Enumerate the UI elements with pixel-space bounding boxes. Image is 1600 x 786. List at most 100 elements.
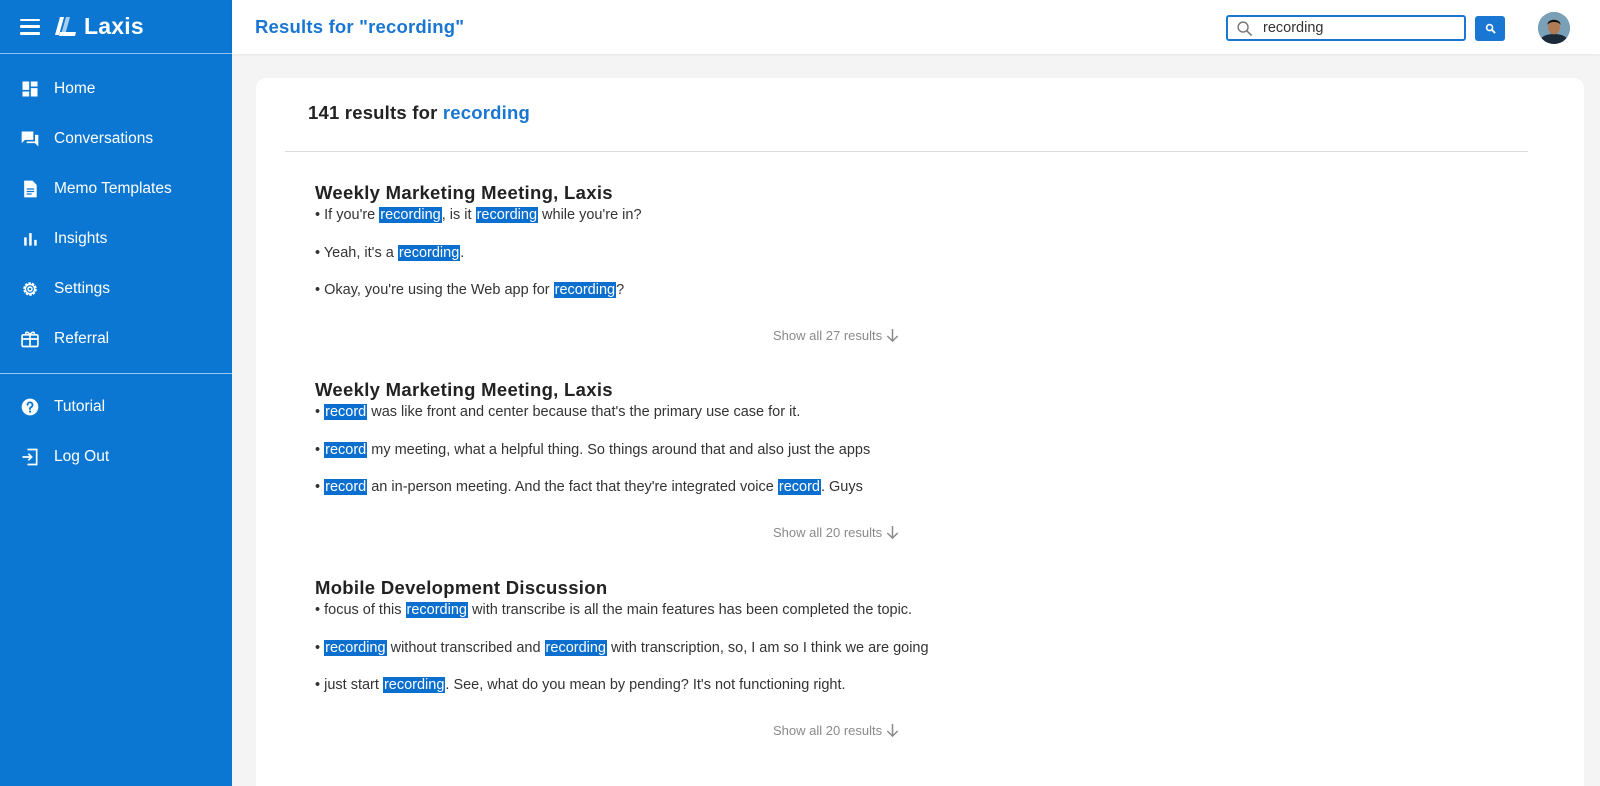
sidebar: Laxis Home Conversations Memo Templates … [0, 0, 232, 786]
sidebar-item-conversations[interactable]: Conversations [0, 114, 232, 164]
top-header: Results for "recording" [232, 0, 1600, 54]
help-icon [21, 398, 39, 416]
snippet-text: was like front and center because that's… [367, 404, 801, 420]
snippet-text: • [315, 441, 325, 458]
search-icon [1237, 20, 1253, 36]
sidebar-item-label: Log Out [54, 448, 110, 465]
avatar[interactable] [1538, 12, 1570, 44]
sidebar-item-label: Home [54, 80, 96, 97]
show-all-label: Show all 20 results [773, 525, 883, 540]
result-snippet[interactable]: • If you're recording, is it recording w… [315, 205, 1115, 243]
search-match-highlight: recording [324, 639, 387, 656]
search-match-highlight: recording [405, 602, 468, 618]
laxis-logo-icon [55, 16, 76, 36]
menu-icon[interactable] [20, 18, 40, 35]
search-match-highlight: recording [475, 207, 539, 223]
show-all-results-link[interactable]: Show all 20 results [773, 723, 900, 738]
results-count: 141 results for [308, 102, 438, 123]
snippet-text: while you're in? [538, 207, 642, 223]
result-snippet[interactable]: • recording without transcribed and reco… [315, 638, 1115, 676]
search-icon [1485, 23, 1496, 34]
page-title: Results for "recording" [255, 16, 465, 37]
sidebar-nav: Home Conversations Memo Templates Insigh… [0, 54, 232, 482]
search-input[interactable] [1263, 20, 1453, 36]
search-match-highlight: recording [544, 639, 607, 656]
result-group-title[interactable]: Weekly Marketing Meeting, Laxis [315, 378, 1115, 402]
snippet-text: . [460, 244, 465, 261]
sidebar-item-logout[interactable]: Log Out [0, 432, 232, 482]
search-button[interactable] [1475, 16, 1505, 41]
result-group-title[interactable]: Mobile Development Discussion [315, 576, 1115, 600]
sidebar-item-label: Referral [54, 330, 110, 347]
snippet-text: with transcribe is all the main features… [467, 602, 913, 618]
sidebar-item-label: Conversations [54, 130, 154, 147]
sidebar-item-settings[interactable]: Settings [0, 264, 232, 314]
logout-icon [22, 448, 38, 466]
snippet-list: • If you're recording, is it recording w… [315, 205, 1115, 318]
snippet-text: an in-person meeting. And the fact that … [367, 479, 778, 495]
snippet-text: ? [616, 282, 625, 298]
show-all-label: Show all 20 results [773, 723, 883, 738]
sidebar-divider [0, 373, 232, 374]
search-match-highlight: recording [397, 244, 461, 261]
search-match-highlight: record [324, 441, 368, 458]
snippet-text: • If you're [315, 207, 380, 223]
arrow-down-icon [886, 328, 899, 343]
snippet-text: • [315, 479, 325, 495]
show-all-results-link[interactable]: Show all 20 results [773, 525, 900, 540]
snippet-text: my meeting, what a helpful thing. So thi… [367, 441, 871, 458]
search-box[interactable] [1226, 15, 1466, 41]
result-snippet[interactable]: • record was like front and center becau… [315, 402, 1115, 440]
result-snippet[interactable]: • record my meeting, what a helpful thin… [315, 440, 1115, 478]
snippet-text: • [315, 639, 325, 656]
results-card: 141 results for recording Weekly Marketi… [256, 78, 1584, 786]
result-snippet[interactable]: • Okay, you're using the Web app for rec… [315, 280, 1115, 318]
arrow-down-icon [886, 723, 899, 738]
snippet-text: • [315, 404, 325, 420]
snippet-text: • focus of this [315, 602, 406, 618]
search-match-highlight: recording [382, 677, 446, 693]
result-group-title[interactable]: Weekly Marketing Meeting, Laxis [315, 181, 1115, 205]
gift-icon [21, 331, 39, 348]
sidebar-item-referral[interactable]: Referral [0, 314, 232, 364]
result-group: Weekly Marketing Meeting, Laxis • If you… [315, 181, 1115, 318]
sidebar-item-home[interactable]: Home [0, 64, 232, 114]
result-group: Mobile Development Discussion • focus of… [315, 576, 1115, 713]
document-icon [24, 180, 37, 198]
results-count-heading: 141 results for recording [308, 102, 530, 124]
snippet-list: • focus of this recording with transcrib… [315, 600, 1115, 713]
user-photo-icon [1538, 12, 1570, 44]
sidebar-item-memo-templates[interactable]: Memo Templates [0, 164, 232, 214]
snippet-text: without transcribed and [386, 639, 545, 656]
sidebar-item-insights[interactable]: Insights [0, 214, 232, 264]
result-snippet[interactable]: • record an in-person meeting. And the f… [315, 477, 1115, 515]
show-all-label: Show all 27 results [773, 328, 883, 343]
gear-icon [23, 282, 37, 296]
results-query: recording [442, 102, 530, 123]
snippet-list: • record was like front and center becau… [315, 402, 1115, 515]
arrow-down-icon [886, 525, 899, 540]
dashboard-icon [22, 81, 38, 97]
search-match-highlight: record [777, 479, 821, 495]
logo[interactable]: Laxis [54, 13, 144, 40]
search-match-highlight: record [324, 479, 368, 495]
sidebar-item-label: Tutorial [54, 398, 106, 415]
snippet-text: • Okay, you're using the Web app for [315, 282, 554, 298]
search-match-highlight: recording [553, 282, 617, 298]
result-snippet[interactable]: • just start recording. See, what do you… [315, 675, 1115, 713]
result-snippet[interactable]: • focus of this recording with transcrib… [315, 600, 1115, 638]
app-name: Laxis [84, 13, 144, 39]
result-group: Weekly Marketing Meeting, Laxis • record… [315, 378, 1115, 515]
sidebar-item-label: Settings [54, 280, 111, 297]
snippet-text: • just start [315, 677, 383, 693]
search-match-highlight: recording [379, 207, 442, 223]
chat-icon [21, 131, 39, 147]
result-snippet[interactable]: • Yeah, it's a recording. [315, 243, 1115, 281]
divider [285, 151, 1528, 152]
show-all-results-link[interactable]: Show all 27 results [773, 328, 900, 343]
sidebar-item-label: Memo Templates [54, 180, 172, 197]
brand-bar: Laxis [0, 0, 232, 54]
snippet-text: • Yeah, it's a [315, 244, 398, 261]
sidebar-item-tutorial[interactable]: Tutorial [0, 382, 232, 432]
snippet-text: with transcription, so, I am so I think … [607, 639, 929, 656]
